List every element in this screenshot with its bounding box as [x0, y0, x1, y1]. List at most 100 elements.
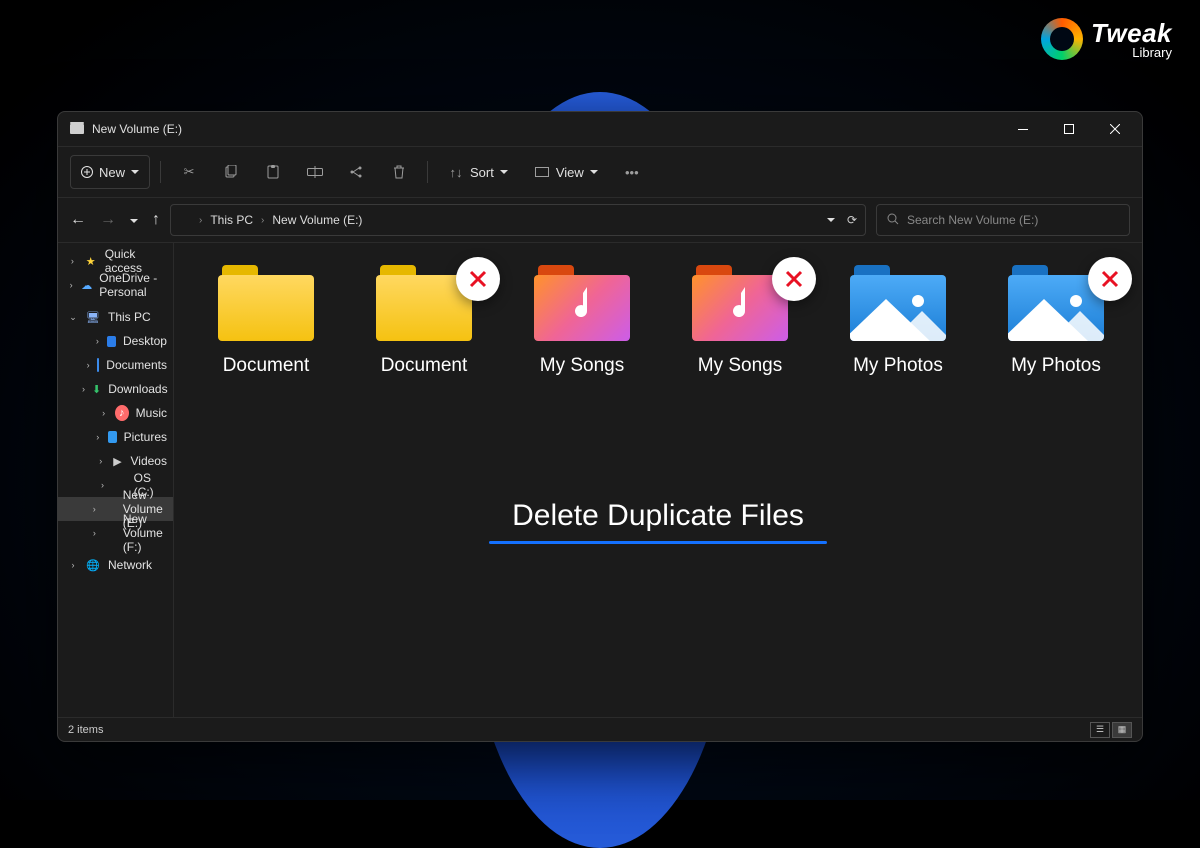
- navigation-sidebar: ›★ Quick access ›☁ OneDrive - Personal ⌄…: [58, 243, 174, 717]
- star-icon: ★: [84, 253, 98, 269]
- view-label: View: [556, 165, 584, 180]
- sort-icon: ↑↓: [448, 164, 464, 180]
- pc-icon: 🖥: [85, 309, 101, 325]
- breadcrumb-current[interactable]: New Volume (E:): [272, 213, 362, 227]
- sidebar-label: Documents: [106, 358, 167, 372]
- drive-icon: [104, 501, 116, 517]
- paste-button[interactable]: [255, 155, 291, 189]
- drive-icon: [104, 525, 116, 541]
- cut-button[interactable]: ✂: [171, 155, 207, 189]
- details-view-button[interactable]: ☰: [1090, 722, 1110, 738]
- folder-contents[interactable]: Document Document My Songs My Songs My Photo…: [174, 243, 1142, 717]
- delete-badge: [772, 257, 816, 301]
- folder-name: My Songs: [698, 355, 782, 377]
- close-button[interactable]: [1092, 112, 1138, 146]
- sidebar-label: Music: [136, 406, 167, 420]
- view-button[interactable]: View: [524, 155, 608, 189]
- breadcrumb-thispc[interactable]: This PC: [210, 213, 253, 227]
- folder-name: My Songs: [540, 355, 624, 377]
- more-button[interactable]: •••: [614, 155, 650, 189]
- icons-view-button[interactable]: ▦: [1112, 722, 1132, 738]
- search-icon: [887, 213, 899, 228]
- folder-item[interactable]: My Songs: [674, 265, 806, 377]
- folder-item[interactable]: Document: [358, 265, 490, 377]
- music-folder-icon: [534, 265, 630, 341]
- rename-icon: [307, 164, 323, 180]
- chevron-down-icon: [590, 170, 598, 174]
- logo-brand: Tweak: [1091, 18, 1172, 48]
- sidebar-item-onedrive[interactable]: ›☁ OneDrive - Personal: [58, 273, 173, 297]
- cut-icon: ✂: [181, 164, 197, 180]
- copy-button[interactable]: [213, 155, 249, 189]
- sidebar-item-downloads[interactable]: ›⬇Downloads: [58, 377, 173, 401]
- sidebar-label: Videos: [131, 454, 167, 468]
- headline-text: Delete Duplicate Files: [512, 499, 804, 533]
- tweak-library-logo: Tweak Library: [1041, 18, 1172, 60]
- folder-name: Document: [223, 355, 310, 377]
- window-title: New Volume (E:): [92, 122, 182, 136]
- sidebar-item-desktop[interactable]: ›Desktop: [58, 329, 173, 353]
- sidebar-label: OneDrive - Personal: [99, 271, 167, 299]
- minimize-button[interactable]: [1000, 112, 1046, 146]
- drive-icon: [179, 216, 191, 225]
- sidebar-item-volume-f[interactable]: ›New Volume (F:): [58, 521, 173, 545]
- new-label: New: [99, 165, 125, 180]
- sidebar-item-documents[interactable]: ›Documents: [58, 353, 173, 377]
- logo-globe-icon: [1041, 18, 1083, 60]
- folder-item[interactable]: Document: [200, 265, 332, 377]
- up-button[interactable]: ↑: [152, 211, 160, 229]
- sidebar-label: This PC: [108, 310, 151, 324]
- refresh-button[interactable]: ⟳: [847, 213, 857, 227]
- forward-button[interactable]: →: [100, 211, 116, 229]
- sidebar-label: Desktop: [123, 334, 167, 348]
- desktop-icon: [107, 336, 116, 347]
- sidebar-item-quick-access[interactable]: ›★ Quick access: [58, 249, 173, 273]
- drive-icon: [70, 124, 84, 134]
- plus-icon: [81, 166, 93, 178]
- address-history-dropdown[interactable]: [827, 218, 835, 222]
- trash-icon: [391, 164, 407, 180]
- file-explorer-window: New Volume (E:) New ✂ ↑↓ Sort View •••: [57, 111, 1143, 742]
- folder-item[interactable]: My Songs: [516, 265, 648, 377]
- sort-label: Sort: [470, 165, 494, 180]
- chevron-down-icon: [500, 170, 508, 174]
- titlebar[interactable]: New Volume (E:): [58, 112, 1142, 146]
- item-count: 2 items: [68, 724, 103, 736]
- share-button[interactable]: [339, 155, 375, 189]
- search-placeholder: Search New Volume (E:): [907, 213, 1038, 227]
- download-icon: ⬇: [92, 381, 101, 397]
- ellipsis-icon: •••: [624, 164, 640, 180]
- pictures-icon: [108, 431, 117, 443]
- network-icon: 🌐: [85, 557, 101, 573]
- search-input[interactable]: Search New Volume (E:): [876, 204, 1130, 236]
- folder-item[interactable]: My Photos: [832, 265, 964, 377]
- delete-button[interactable]: [381, 155, 417, 189]
- headline-underline: [489, 541, 827, 544]
- music-icon: ♪: [115, 405, 129, 421]
- video-icon: ▶: [112, 453, 124, 469]
- sidebar-label: New Volume (F:): [123, 512, 167, 554]
- folder-name: Document: [381, 355, 468, 377]
- back-button[interactable]: ←: [70, 211, 86, 229]
- sidebar-label: Network: [108, 558, 152, 572]
- status-bar: 2 items ☰ ▦: [58, 717, 1142, 741]
- sidebar-item-videos[interactable]: ›▶Videos: [58, 449, 173, 473]
- share-icon: [349, 164, 365, 180]
- new-button[interactable]: New: [70, 155, 150, 189]
- sidebar-item-music[interactable]: ›♪Music: [58, 401, 173, 425]
- sidebar-label: Pictures: [124, 430, 167, 444]
- sidebar-item-thispc[interactable]: ⌄🖥 This PC: [58, 305, 173, 329]
- address-bar[interactable]: › This PC › New Volume (E:) ⟳: [170, 204, 866, 236]
- maximize-button[interactable]: [1046, 112, 1092, 146]
- cloud-icon: ☁: [81, 277, 92, 293]
- sort-button[interactable]: ↑↓ Sort: [438, 155, 518, 189]
- recent-dropdown[interactable]: [130, 219, 138, 223]
- paste-icon: [265, 164, 281, 180]
- rename-button[interactable]: [297, 155, 333, 189]
- folder-item[interactable]: My Photos: [990, 265, 1122, 377]
- sidebar-item-pictures[interactable]: ›Pictures: [58, 425, 173, 449]
- folder-name: My Photos: [1011, 355, 1101, 377]
- address-row: ← → ↑ › This PC › New Volume (E:) ⟳ Sear…: [58, 198, 1142, 242]
- sidebar-item-network[interactable]: ›🌐Network: [58, 553, 173, 577]
- copy-icon: [223, 164, 239, 180]
